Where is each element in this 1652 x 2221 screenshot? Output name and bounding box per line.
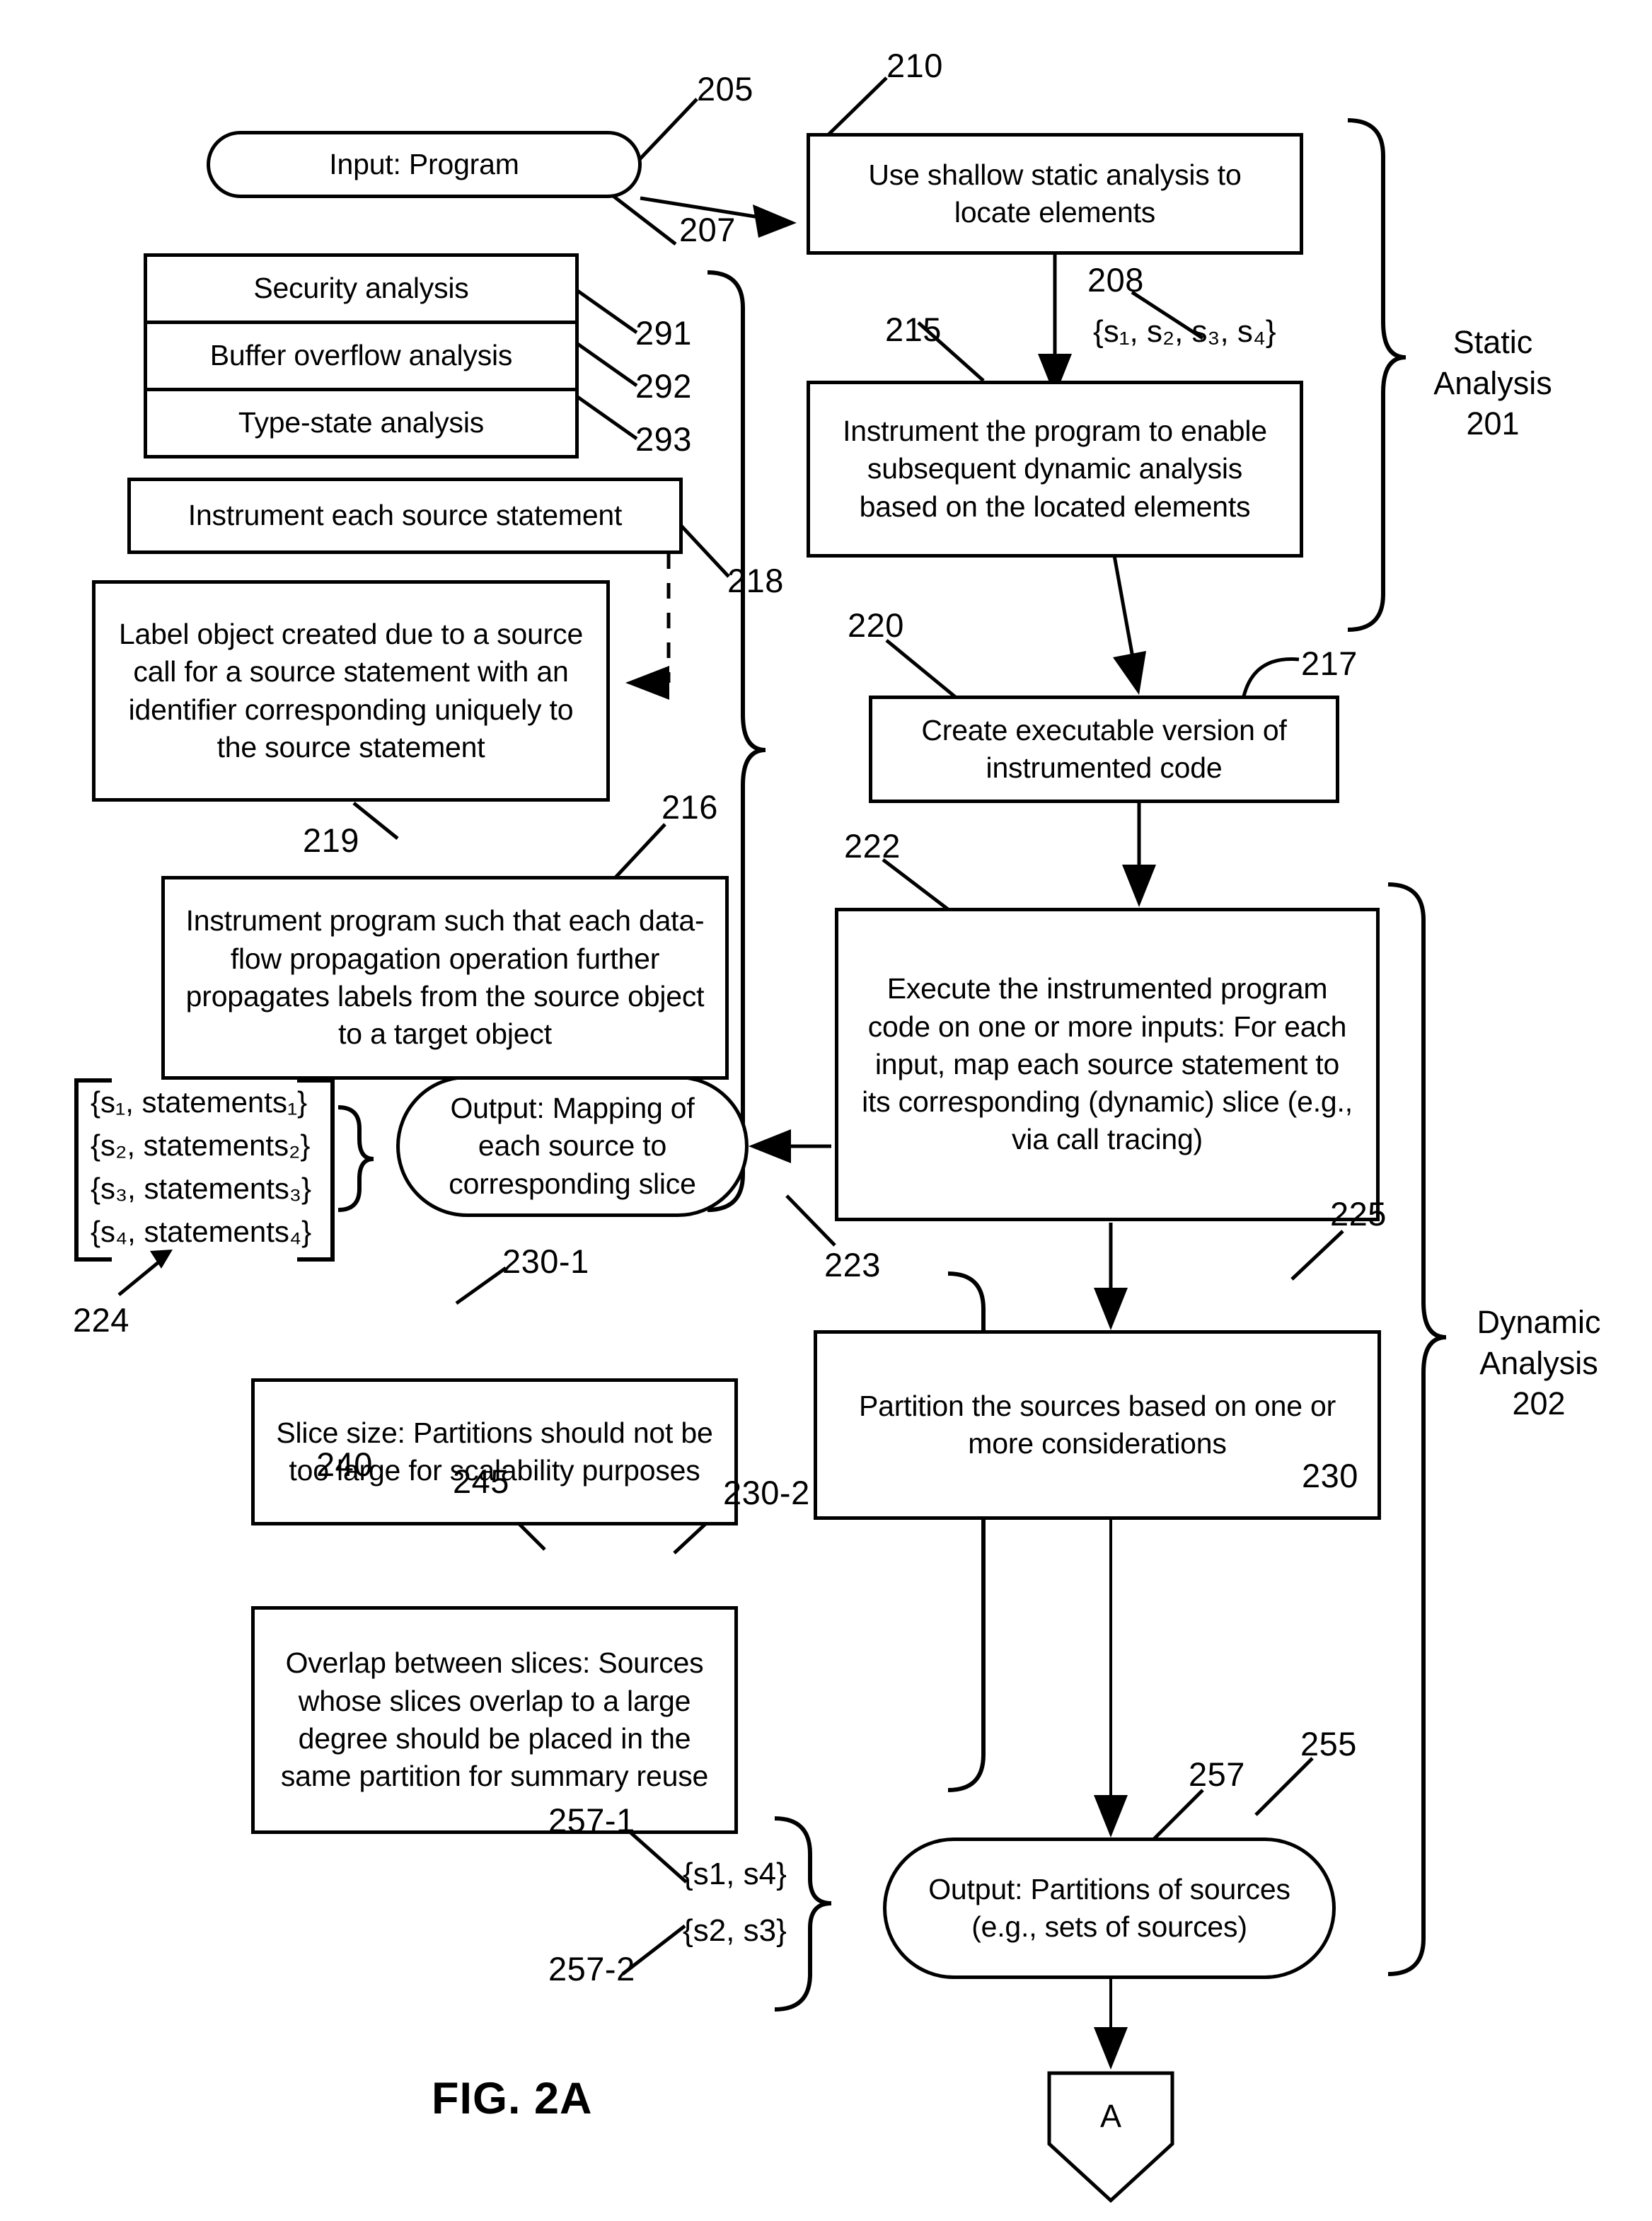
analysis-type-buffer-overflow[interactable]: Buffer overflow analysis: [147, 324, 575, 391]
patent-figure-2a: Input: Program Use shallow static analys…: [0, 0, 1652, 2221]
node-partition-sources-label: Partition the sources based on one or mo…: [858, 1389, 1336, 1460]
node-execute-instrumented[interactable]: Execute the instrumented program code on…: [835, 908, 1380, 1221]
connector-a-label: A: [1099, 2098, 1121, 2134]
ref-220: 220: [848, 606, 904, 644]
figure-caption: FIG. 2A: [432, 2074, 593, 2123]
ref-219: 219: [303, 821, 359, 859]
node-output-partitions[interactable]: Output: Partitions of sources (e.g., set…: [883, 1838, 1336, 1979]
ref-216: 216: [662, 788, 718, 826]
ref-291: 291: [635, 314, 692, 352]
ref-208: 208: [1087, 261, 1144, 299]
ref-257-2: 257-2: [548, 1950, 635, 1988]
ref-210: 210: [886, 47, 943, 84]
node-instrument-dataflow-propagation[interactable]: Instrument program such that each data-f…: [161, 876, 729, 1080]
ref-257-1: 257-1: [548, 1801, 635, 1839]
analysis-type-type-state[interactable]: Type-state analysis: [147, 391, 575, 455]
node-partition-sources[interactable]: Partition the sources based on one or mo…: [814, 1330, 1381, 1520]
node-instrument-program[interactable]: Instrument the program to enable subsequ…: [807, 381, 1303, 558]
node-consideration-overlap-slices-label: Overlap between slices: Sources whose sl…: [280, 1646, 709, 1793]
node-instrument-program-label: Instrument the program to enable subsequ…: [843, 415, 1267, 523]
set-partition-257-1: {s1, s4}: [683, 1857, 787, 1891]
ref-245: 245: [453, 1463, 509, 1500]
ref-230: 230: [1302, 1457, 1358, 1494]
node-execute-instrumented-label: Execute the instrumented program code on…: [862, 972, 1353, 1156]
node-input-program[interactable]: Input: Program: [207, 131, 642, 198]
set-located-sources: {s₁, s₂, s₃, s₄}: [1093, 314, 1276, 349]
node-use-shallow-static-analysis-label: Use shallow static analysis to locate el…: [868, 158, 1242, 229]
node-analysis-type-stack: Security analysis Buffer overflow analys…: [144, 253, 579, 458]
node-output-mapping-label: Output: Mapping of each source to corres…: [449, 1092, 696, 1200]
group-label-static-analysis: Static Analysis 201: [1433, 324, 1552, 442]
ref-224: 224: [73, 1301, 129, 1339]
ref-223: 223: [824, 1246, 881, 1283]
ref-292: 292: [635, 367, 692, 405]
node-label-object-created[interactable]: Label object created due to a source cal…: [92, 580, 610, 802]
analysis-type-security-label: Security analysis: [253, 272, 469, 305]
node-output-partitions-label: Output: Partitions of sources (e.g., set…: [928, 1872, 1290, 1943]
node-instrument-each-source-statement-label: Instrument each source statement: [187, 499, 623, 532]
node-create-executable-label: Create executable version of instrumente…: [921, 713, 1287, 784]
analysis-type-buffer-overflow-label: Buffer overflow analysis: [209, 339, 513, 372]
ref-222: 222: [844, 827, 901, 865]
node-label-object-created-label: Label object created due to a source cal…: [118, 617, 584, 763]
ref-230-2: 230-2: [723, 1474, 810, 1511]
ref-215: 215: [885, 311, 942, 348]
set-source-to-slice-mapping: {s₁, statements₁} {s₂, statements₂} {s₃,…: [91, 1085, 312, 1248]
ref-240: 240: [316, 1446, 373, 1483]
ref-205: 205: [697, 70, 753, 108]
node-output-mapping[interactable]: Output: Mapping of each source to corres…: [396, 1075, 749, 1217]
analysis-type-type-state-label: Type-state analysis: [238, 406, 485, 439]
ref-225: 225: [1330, 1195, 1387, 1233]
node-input-program-label: Input: Program: [329, 147, 519, 180]
ref-230-1: 230-1: [502, 1242, 589, 1280]
node-instrument-each-source-statement[interactable]: Instrument each source statement: [127, 478, 683, 554]
ref-293: 293: [635, 420, 692, 458]
ref-218: 218: [727, 562, 784, 599]
group-label-dynamic-analysis: Dynamic Analysis 202: [1477, 1304, 1601, 1422]
set-partition-257-2: {s2, s3}: [683, 1913, 787, 1948]
ref-255: 255: [1300, 1725, 1357, 1763]
ref-207: 207: [679, 211, 736, 248]
node-use-shallow-static-analysis[interactable]: Use shallow static analysis to locate el…: [807, 133, 1303, 255]
node-instrument-dataflow-propagation-label: Instrument program such that each data-f…: [185, 904, 705, 1051]
node-create-executable[interactable]: Create executable version of instrumente…: [869, 696, 1339, 803]
node-consideration-overlap-slices[interactable]: Overlap between slices: Sources whose sl…: [251, 1606, 738, 1834]
ref-257: 257: [1189, 1755, 1245, 1793]
analysis-type-security[interactable]: Security analysis: [147, 257, 575, 324]
ref-217: 217: [1301, 645, 1358, 682]
